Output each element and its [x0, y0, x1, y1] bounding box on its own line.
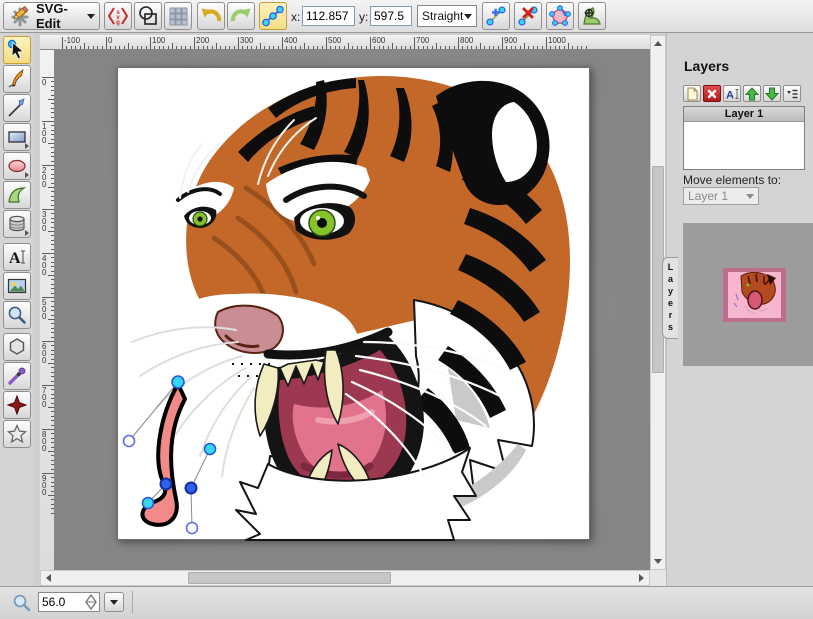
grid-button[interactable]: [164, 2, 192, 30]
workspace: -10001002003004005006007008009001000 01 …: [34, 33, 666, 586]
path-node-selected: [186, 483, 197, 494]
zoom-dropdown-caret-icon: [110, 600, 118, 605]
tool-image[interactable]: [3, 272, 31, 300]
canvas-scroll-area[interactable]: [55, 50, 650, 570]
ruler-y: 01 0 02 0 03 0 04 0 05 0 06 0 07 0 08 0 …: [40, 50, 55, 570]
move-target-caret-icon: [746, 194, 754, 199]
arrow-down-icon: [654, 559, 662, 564]
tool-path[interactable]: [3, 181, 31, 209]
node-x-input[interactable]: [302, 6, 355, 26]
arrow-left-icon: [46, 574, 51, 582]
add-node-button[interactable]: [482, 2, 510, 30]
node-y-label: y:: [359, 10, 368, 24]
layer-menu-button[interactable]: [783, 85, 801, 102]
source-code-button[interactable]: svg: [104, 2, 132, 30]
rename-layer-button[interactable]: A: [723, 85, 741, 102]
wireframe-mode-button[interactable]: [134, 2, 162, 30]
layer-row[interactable]: Layer 1: [684, 107, 804, 122]
main-menu-button[interactable]: SVG-Edit: [3, 2, 100, 30]
tool-pencil[interactable]: [3, 65, 31, 93]
tool-text[interactable]: A: [3, 243, 31, 271]
tool-ellipse[interactable]: [3, 152, 31, 180]
app-title: SVG-Edit: [36, 1, 83, 31]
svg-text:g: g: [116, 20, 120, 26]
top-toolbar: SVG-Edit svg x: y: Straight: [0, 0, 813, 33]
scroll-up-button[interactable]: [651, 36, 665, 51]
move-elements-label: Move elements to:: [683, 173, 781, 187]
logo-icon: [8, 4, 32, 28]
left-toolbar: A: [0, 33, 34, 586]
zoom-preset-dropdown[interactable]: [104, 592, 124, 612]
status-bar: [0, 586, 813, 619]
control-handle: [124, 436, 135, 447]
layers-overview: [683, 223, 813, 366]
control-handle: [187, 523, 198, 534]
arrow-right-icon: [639, 574, 644, 582]
delete-layer-button[interactable]: [703, 85, 721, 102]
ruler-x: -10001002003004005006007008009001000: [40, 35, 650, 50]
undo-button[interactable]: [197, 2, 225, 30]
node-y-input[interactable]: [370, 6, 412, 26]
tool-select[interactable]: [3, 36, 31, 64]
layer-thumbnail: [723, 268, 786, 322]
move-target-value: Layer 1: [688, 189, 728, 203]
scroll-down-button[interactable]: [651, 554, 665, 569]
scroll-right-button[interactable]: [634, 571, 649, 585]
svg-edit-app: { "app": { "menu_label": "SVG-Edit" }, "…: [0, 0, 813, 619]
tool-zoom[interactable]: [3, 301, 31, 329]
layers-title: Layers: [684, 58, 729, 74]
segment-type-select[interactable]: Straight: [417, 5, 477, 27]
scrollbar-corner: [650, 570, 666, 586]
arrow-up-icon: [654, 41, 662, 46]
scroll-left-button[interactable]: [41, 571, 56, 585]
svg-text:A: A: [726, 89, 734, 101]
path-node: [143, 498, 154, 509]
link-control-points-toggle[interactable]: [259, 2, 287, 30]
tool-line[interactable]: [3, 94, 31, 122]
tool-shape-library[interactable]: [3, 210, 31, 238]
move-target-select[interactable]: Layer 1: [683, 187, 759, 205]
path-node: [205, 444, 216, 455]
new-layer-button[interactable]: [683, 85, 701, 102]
footer-separator: [132, 591, 133, 613]
open-close-subpath-button[interactable]: [546, 2, 574, 30]
edit-path-overlay: [124, 376, 216, 534]
lower-layer-button[interactable]: [763, 85, 781, 102]
segment-type-caret-icon: [464, 14, 472, 19]
layer-list: Layer 1: [683, 106, 805, 170]
layers-side-tab[interactable]: Layers: [662, 257, 678, 339]
raise-layer-button[interactable]: [743, 85, 761, 102]
path-node: [172, 376, 184, 388]
path-node-selected: [161, 479, 172, 490]
horizontal-scrollbar[interactable]: [40, 570, 650, 586]
tiger-artwork: [118, 68, 591, 541]
tool-rect[interactable]: [3, 123, 31, 151]
layers-side-tab-label: Layers: [666, 262, 676, 334]
zoom-icon: [12, 593, 32, 616]
horizontal-scrollbar-thumb[interactable]: [188, 572, 391, 584]
redo-button[interactable]: [227, 2, 255, 30]
tool-polygon[interactable]: [3, 333, 31, 361]
tool-star[interactable]: [3, 420, 31, 448]
tool-eyedropper[interactable]: [3, 362, 31, 390]
svg-text:A: A: [9, 250, 21, 267]
add-subpath-button[interactable]: [578, 2, 606, 30]
menu-caret-icon: [87, 14, 95, 19]
svg-canvas[interactable]: [117, 67, 590, 540]
zoom-spinner[interactable]: [84, 594, 98, 610]
delete-node-button[interactable]: [514, 2, 542, 30]
layer-buttons-row: A: [683, 85, 801, 102]
tool-diamond-star[interactable]: [3, 391, 31, 419]
node-x-label: x:: [291, 10, 300, 24]
segment-type-value: Straight: [422, 9, 463, 23]
